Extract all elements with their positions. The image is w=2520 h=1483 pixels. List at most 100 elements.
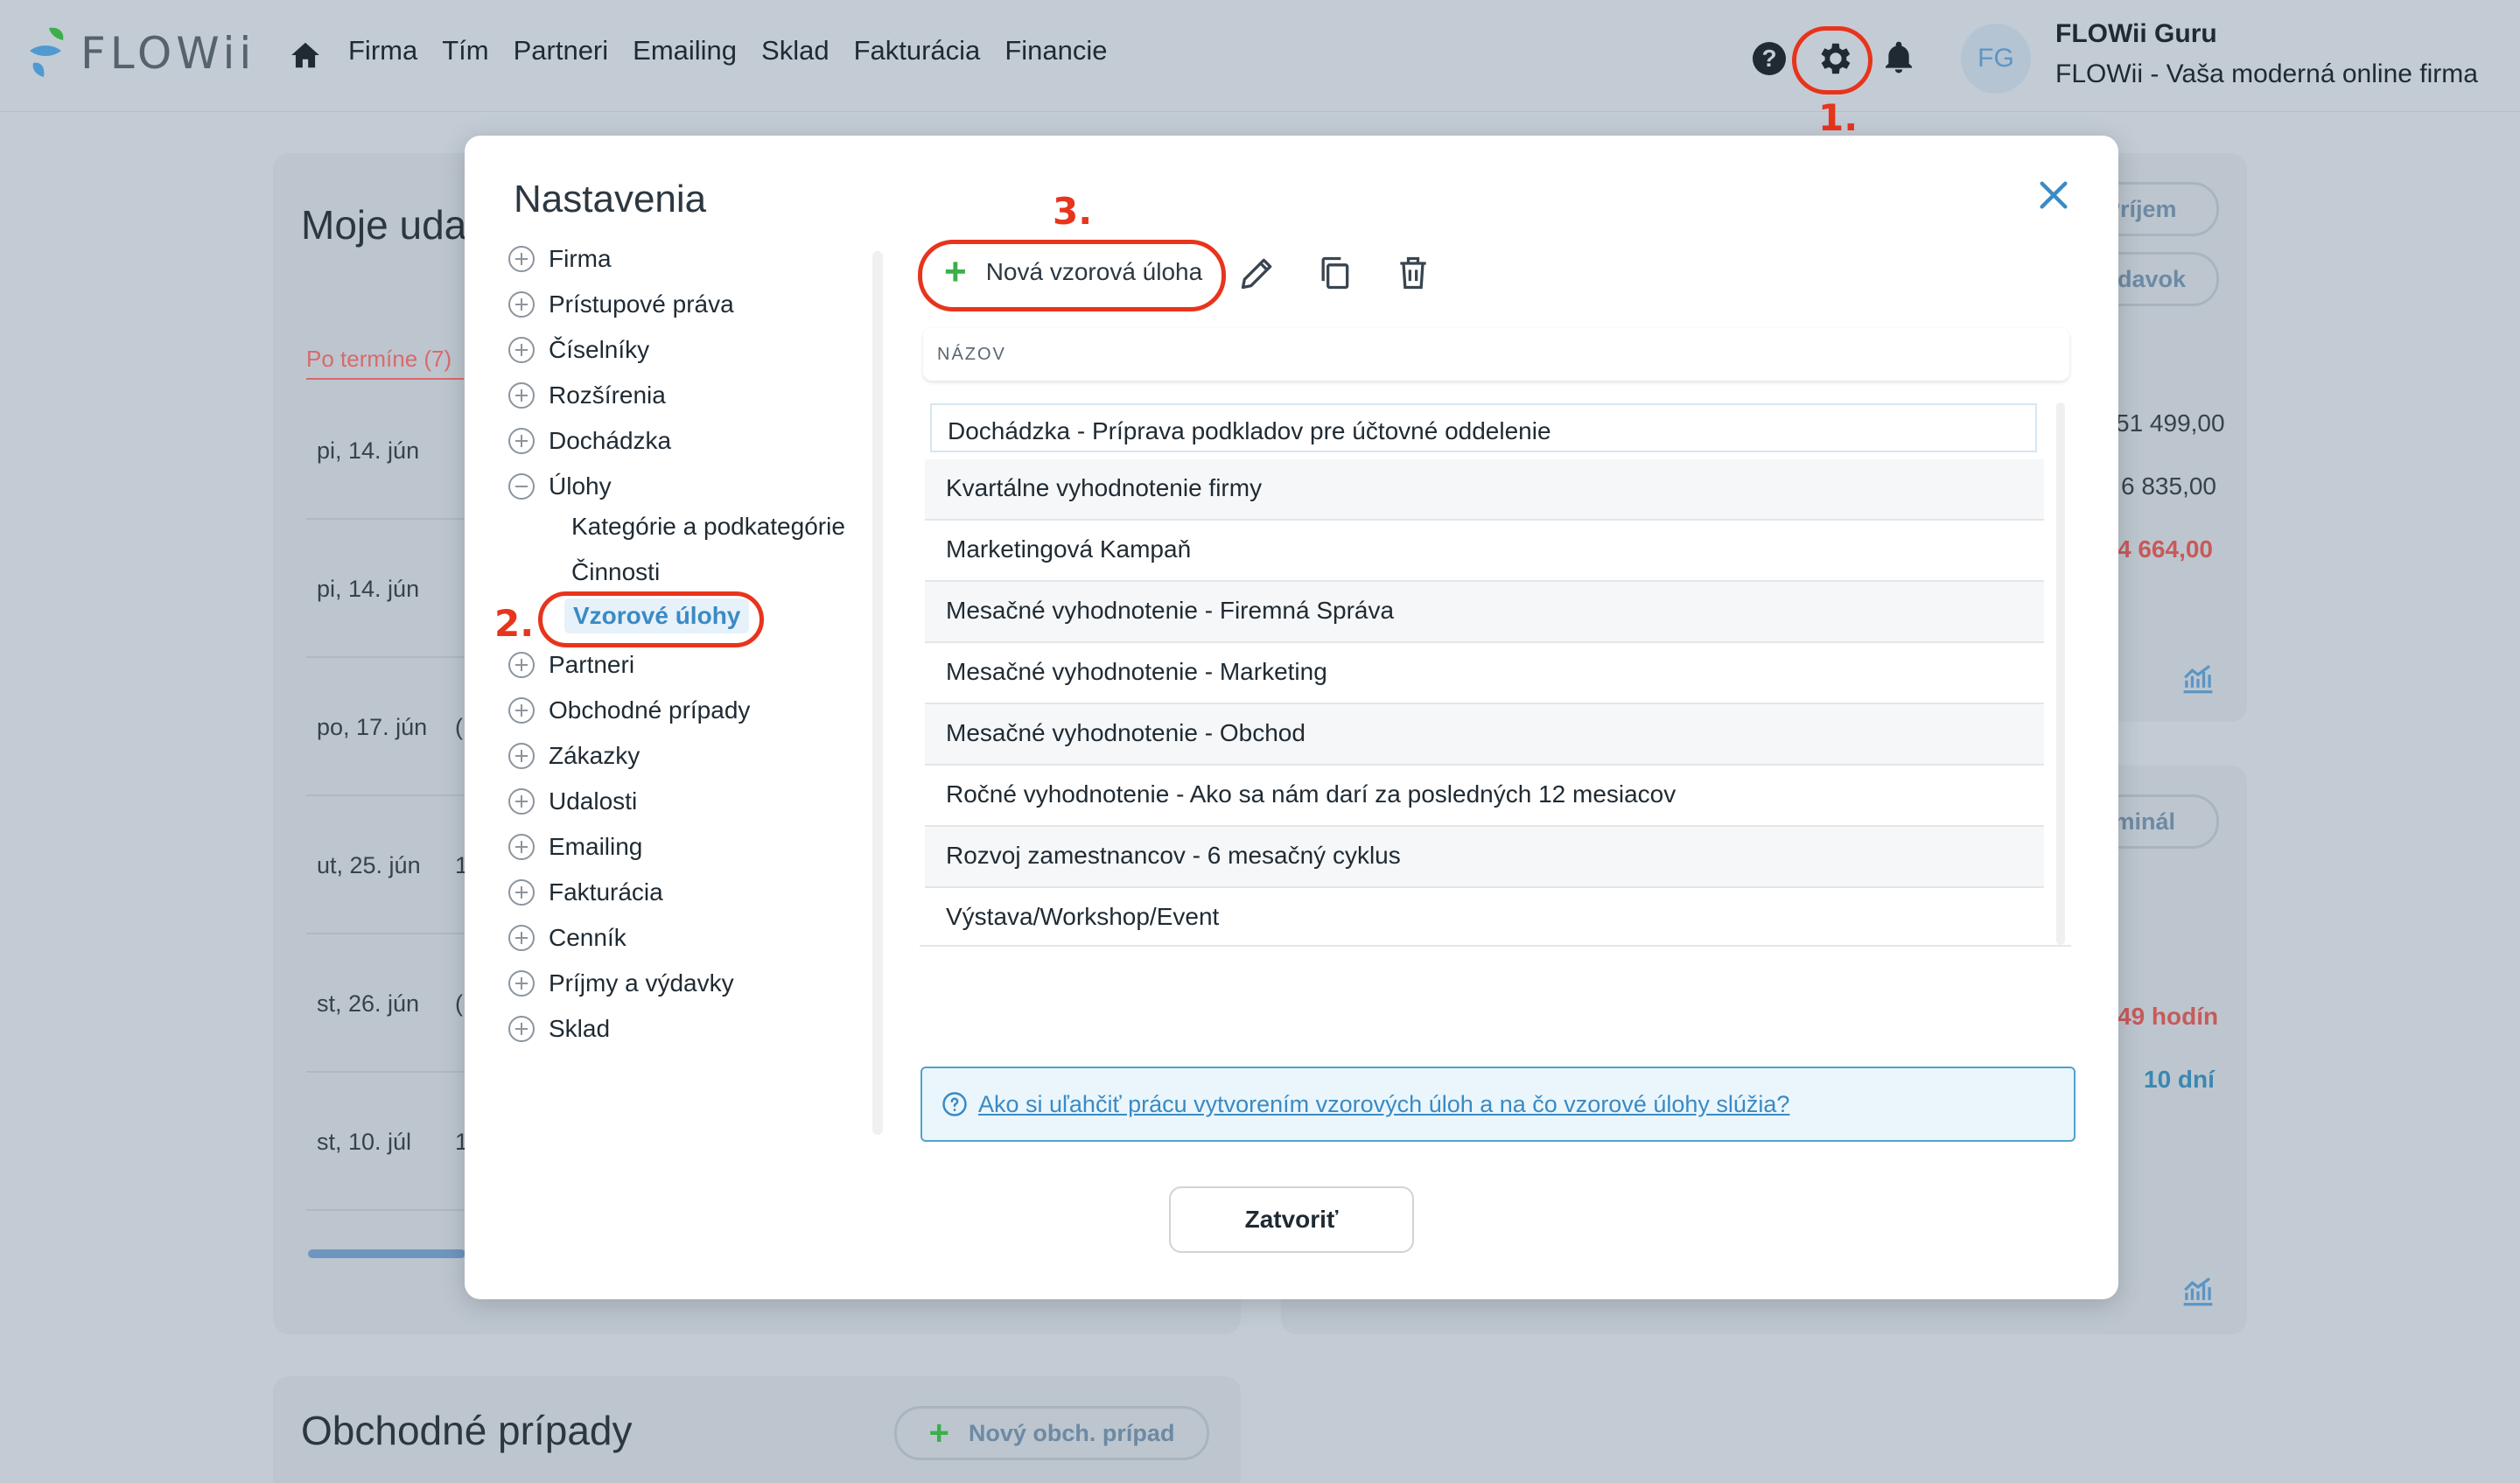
- annotation-circle-gear: [1792, 26, 1872, 94]
- row-divider: [306, 1209, 464, 1211]
- chart-icon[interactable]: [2180, 1276, 2216, 1307]
- tree-item-ciselniky[interactable]: Číselníky: [508, 336, 649, 364]
- annotation-step-3: 3.: [1053, 190, 1093, 233]
- tree-item-label: Príjmy a výdavky: [549, 969, 734, 997]
- edit-icon[interactable]: [1238, 254, 1277, 292]
- top-navbar: FLOWii Firma Tím Partneri Emailing Sklad…: [0, 0, 2520, 112]
- main-nav: Firma Tím Partneri Emailing Sklad Faktur…: [348, 35, 1108, 66]
- expand-icon: [508, 652, 535, 678]
- bell-icon[interactable]: [1881, 38, 1916, 77]
- tree-item-partneri[interactable]: Partneri: [508, 651, 634, 679]
- table-row[interactable]: Kvartálne vyhodnotenie firmy: [925, 459, 2044, 521]
- close-button[interactable]: Zatvoriť: [1169, 1186, 1414, 1253]
- tree-item-label: Číselníky: [549, 336, 650, 363]
- tree-subitem-cinnosti[interactable]: Činnosti: [571, 558, 660, 586]
- help-link[interactable]: Ako si uľahčiť prácu vytvorením vzorovýc…: [978, 1091, 1789, 1118]
- table-row[interactable]: Marketingová Kampaň: [925, 521, 2044, 582]
- help-icon[interactable]: ?: [1753, 42, 1786, 75]
- copy-icon[interactable]: [1315, 254, 1354, 292]
- tree-item-zakazky[interactable]: Zákazky: [508, 742, 640, 770]
- annotation-step-2: 2.: [494, 602, 535, 645]
- expand-icon: [508, 246, 535, 272]
- nav-item-emailing[interactable]: Emailing: [633, 35, 737, 66]
- table-row[interactable]: Rozvoj zamestnancov - 6 mesačný cyklus: [925, 827, 2044, 888]
- tree-item-udalosti[interactable]: Udalosti: [508, 787, 637, 815]
- finance-value-negative: 4 664,00: [2118, 535, 2213, 563]
- table-row[interactable]: Ročné vyhodnotenie - Ako sa nám darí za …: [925, 766, 2044, 827]
- close-icon[interactable]: [2036, 178, 2071, 213]
- plus-icon: +: [928, 1413, 949, 1452]
- task-cut-text: (: [455, 990, 463, 1017]
- tree-item-obchodne-pripady[interactable]: Obchodné prípady: [508, 696, 750, 724]
- card-business-cases-title: Obchodné prípady: [301, 1408, 633, 1453]
- card-my-tasks-title: Moje uda: [301, 202, 467, 248]
- tree-item-label: Fakturácia: [549, 878, 663, 906]
- settings-modal: Nastavenia Firma Prístupové práva Číseln…: [465, 136, 2118, 1299]
- tree-item-emailing[interactable]: Emailing: [508, 833, 642, 861]
- row-divider: [306, 656, 464, 658]
- tree-item-prijmy-vydavky[interactable]: Príjmy a výdavky: [508, 969, 734, 997]
- brand-name: FLOWii: [80, 28, 256, 79]
- tree-item-dochadzka[interactable]: Dochádzka: [508, 427, 671, 455]
- delete-icon[interactable]: [1394, 254, 1432, 292]
- tree-scrollbar[interactable]: [872, 251, 883, 1135]
- table-row[interactable]: Výstava/Workshop/Event: [925, 888, 2044, 949]
- tree-item-rozsirenia[interactable]: Rozšírenia: [508, 381, 666, 409]
- table-scrollbar[interactable]: [2056, 402, 2065, 945]
- expand-icon: [508, 428, 535, 454]
- tree-item-fakturacia[interactable]: Fakturácia: [508, 878, 663, 906]
- nav-item-tim[interactable]: Tím: [442, 35, 488, 66]
- tree-item-label: Partneri: [549, 651, 635, 678]
- tab-underline: [306, 378, 464, 380]
- days-value: 10 dní: [2144, 1066, 2215, 1093]
- expand-icon: [508, 834, 535, 860]
- table-row[interactable]: Mesačné vyhodnotenie - Marketing: [925, 643, 2044, 704]
- tree-item-sklad[interactable]: Sklad: [508, 1015, 610, 1043]
- brand-logo[interactable]: FLOWii: [26, 24, 256, 82]
- tree-item-cennik[interactable]: Cenník: [508, 924, 626, 952]
- task-date: st, 26. jún: [317, 990, 420, 1017]
- tree-item-label: Cenník: [549, 924, 626, 951]
- new-business-case-label: Nový obch. prípad: [968, 1419, 1175, 1446]
- row-divider: [306, 518, 464, 520]
- tree-item-pristupove-prava[interactable]: Prístupové práva: [508, 290, 734, 318]
- user-avatar[interactable]: FG: [1961, 24, 2031, 94]
- expand-icon: [508, 291, 535, 318]
- tree-item-label: Obchodné prípady: [549, 696, 751, 724]
- home-icon[interactable]: [289, 38, 322, 72]
- nav-item-firma[interactable]: Firma: [348, 35, 417, 66]
- modal-title: Nastavenia: [514, 178, 707, 220]
- task-cut-text: (: [455, 714, 463, 740]
- tree-item-label: Sklad: [549, 1015, 611, 1042]
- tree-item-label: Firma: [549, 245, 612, 272]
- nav-item-partneri[interactable]: Partneri: [514, 35, 609, 66]
- row-divider: [306, 794, 464, 796]
- table-row[interactable]: Mesačné vyhodnotenie - Firemná Správa: [925, 582, 2044, 643]
- expand-icon: [508, 879, 535, 906]
- tree-subitem-kategorie[interactable]: Kategórie a podkategórie: [571, 513, 845, 541]
- task-date: ut, 25. jún: [317, 852, 421, 878]
- tree-item-label: Zákazky: [549, 742, 640, 769]
- horizontal-scrollbar[interactable]: [308, 1249, 466, 1258]
- annotation-step-1: 1.: [1818, 96, 1858, 139]
- tab-overdue[interactable]: Po termíne (7): [306, 346, 452, 373]
- nav-item-sklad[interactable]: Sklad: [761, 35, 830, 66]
- finance-value: 6 835,00: [2121, 472, 2216, 500]
- tree-item-ulohy[interactable]: Úlohy: [508, 472, 612, 500]
- tree-item-label: Dochádzka: [549, 427, 672, 454]
- task-date: po, 17. jún: [317, 714, 428, 740]
- tree-item-label: Udalosti: [549, 787, 638, 815]
- expand-icon: [508, 743, 535, 769]
- nav-item-fakturacia[interactable]: Fakturácia: [854, 35, 981, 66]
- chart-icon[interactable]: [2180, 663, 2216, 695]
- tree-item-firma[interactable]: Firma: [508, 245, 612, 273]
- annotation-circle-new-task: [918, 240, 1226, 311]
- nav-item-financie[interactable]: Financie: [1004, 35, 1107, 66]
- flowii-logo-icon: [30, 27, 64, 77]
- expand-icon: [508, 788, 535, 815]
- annotation-circle-vzorove: [538, 591, 764, 647]
- new-business-case-button[interactable]: + Nový obch. prípad: [894, 1406, 1209, 1460]
- table-header-name[interactable]: NÁZOV: [923, 328, 2069, 381]
- table-row[interactable]: Mesačné vyhodnotenie - Obchod: [925, 704, 2044, 766]
- table-row[interactable]: Dochádzka - Príprava podkladov pre účtov…: [930, 403, 2037, 452]
